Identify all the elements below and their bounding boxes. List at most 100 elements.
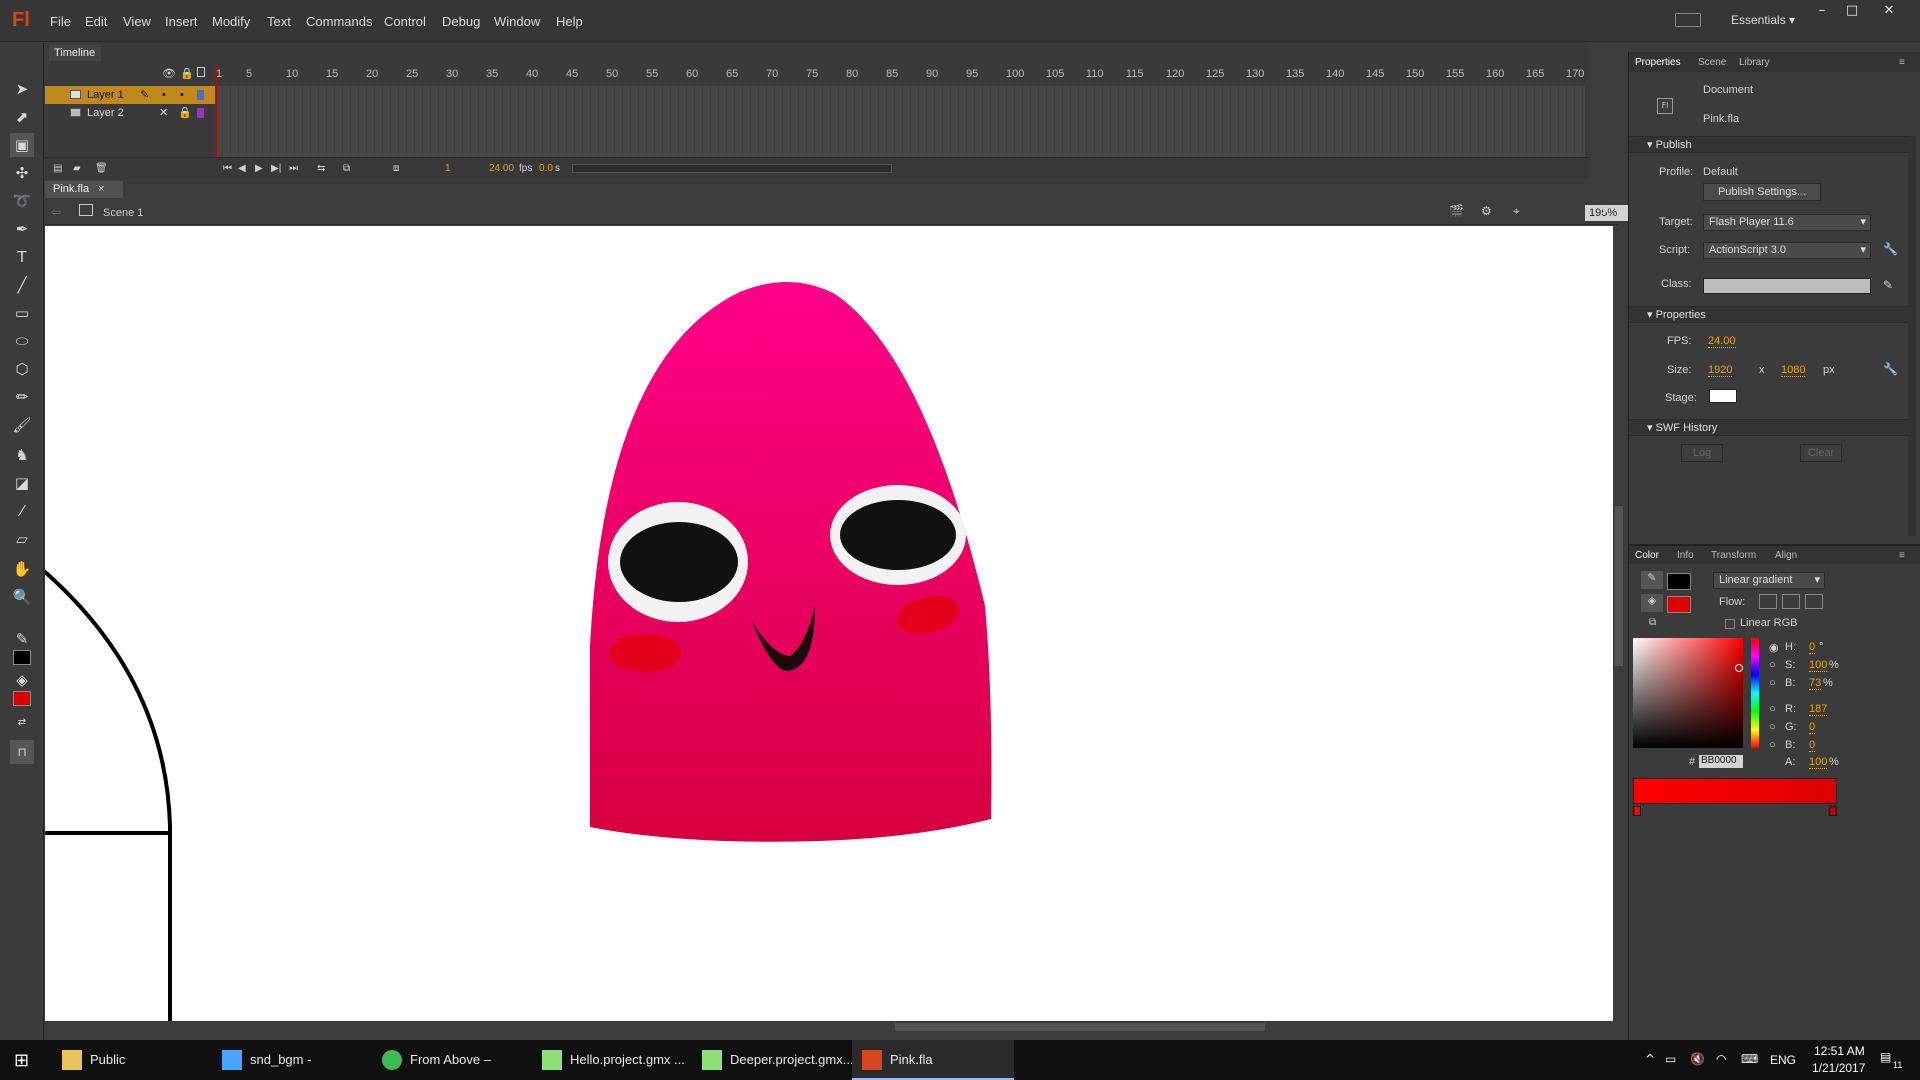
saturation-brightness-picker[interactable] [1633,638,1743,748]
menu-modify[interactable]: Modify [212,14,250,29]
center-stage-icon[interactable]: ⌖ [1513,204,1520,219]
wrench-icon[interactable]: 🔧 [1883,242,1898,256]
delete-layer-icon[interactable]: 🗑 [95,163,108,174]
paint-bucket-tool-icon[interactable]: ◪ [10,471,34,495]
menu-view[interactable]: View [123,14,151,29]
volume-mute-icon[interactable]: 🔇 [1690,1052,1705,1066]
tab-properties[interactable]: Properties [1635,57,1681,68]
tab-color[interactable]: Color [1635,550,1659,561]
close-icon[interactable]: ✕ [1875,2,1903,20]
wrench-icon[interactable]: 🔧 [1883,362,1898,376]
gamepad-icon[interactable] [1675,13,1701,27]
log-button[interactable]: Log [1681,444,1723,462]
red-value[interactable]: 187 [1809,703,1828,716]
script-dropdown[interactable]: ActionScript 3.0 ▾ [1703,242,1871,259]
free-transform-tool-icon[interactable]: ▣ [10,133,34,157]
oval-tool-icon[interactable]: ⬭ [10,329,34,353]
target-dropdown[interactable]: Flash Player 11.6 ▾ [1703,214,1871,231]
lock-icon[interactable]: 🔒 [180,67,194,80]
frames-grid[interactable] [215,86,1585,168]
menu-control[interactable]: Control [384,14,426,29]
rectangle-tool-icon[interactable]: ▭ [10,301,34,325]
line-tool-icon[interactable]: ╱ [10,273,34,297]
fps-value[interactable]: 24.00 [1708,335,1736,348]
swap-colors-icon[interactable]: ⧉ [1649,617,1656,628]
stage-vertical-scrollbar[interactable] [1613,226,1625,1021]
stage-horizontal-scrollbar[interactable] [45,1021,1625,1033]
maximize-icon[interactable]: □ [1838,2,1866,20]
visibility-dot[interactable]: • [162,86,166,104]
go-last-frame-icon[interactable]: ⏭ [289,163,298,174]
publish-section-header[interactable]: ▾ Publish [1629,136,1915,153]
text-tool-icon[interactable]: T [10,245,34,269]
lasso-tool-icon[interactable]: ➰ [10,189,34,213]
pencil-icon[interactable]: ✎ [1883,278,1893,292]
menu-debug[interactable]: Debug [442,14,480,29]
layer-color-swatch[interactable] [197,108,204,118]
loop-icon[interactable]: ⇆ [317,163,325,174]
minimize-icon[interactable]: – [1808,2,1836,20]
3d-rotation-tool-icon[interactable]: ✣ [10,161,34,185]
menu-window[interactable]: Window [494,14,540,29]
layer-row-2[interactable]: Layer 2 ✕ 🔒 [45,104,215,122]
saturation-value[interactable]: 100 [1809,659,1828,672]
new-folder-icon[interactable]: ▰ [73,163,81,174]
selection-tool-icon[interactable]: ➤ [10,77,34,101]
timeline-hscrollbar[interactable] [572,164,892,173]
hex-input[interactable]: BB0000 [1699,755,1743,768]
stroke-pencil-icon[interactable]: ✎ [1641,571,1663,589]
windows-start-icon[interactable]: ⊞ [14,1050,29,1071]
brightness-radio[interactable]: ○ [1769,677,1776,689]
brightness-value[interactable]: 73 [1809,677,1822,690]
gradient-stop-left[interactable] [1633,806,1641,816]
hue-value[interactable]: 0 [1809,641,1816,654]
stroke-color-swatch[interactable] [13,650,31,665]
wifi-icon[interactable]: ◠ [1716,1052,1726,1066]
properties-scrollbar[interactable] [1908,136,1916,536]
edit-symbols-icon[interactable]: ⚙ [1481,204,1492,218]
timeline-tab[interactable]: Timeline [49,45,101,61]
action-center-icon[interactable]: ▤ [1880,1050,1891,1064]
subselection-tool-icon[interactable]: ⬈ [10,105,34,129]
tab-scene[interactable]: Scene [1698,57,1726,68]
gradient-bar[interactable] [1633,778,1837,804]
menu-edit[interactable]: Edit [85,14,107,29]
tab-info[interactable]: Info [1677,550,1694,561]
tab-align[interactable]: Align [1775,550,1797,561]
play-icon[interactable]: ▶ [255,163,263,174]
menu-insert[interactable]: Insert [165,14,198,29]
step-forward-icon[interactable]: ▶| [271,163,281,174]
blue-radio[interactable]: ○ [1769,739,1776,751]
clock-date[interactable]: 1/21/2017 [1812,1061,1865,1075]
panel-menu-icon[interactable]: ≡ [1899,550,1905,561]
brush-tool-icon[interactable]: 🖌 [10,413,34,437]
document-tab[interactable]: Pink.fla × [45,181,123,198]
tab-library[interactable]: Library [1739,57,1770,68]
onion-skin-icon[interactable]: ⧉ [343,163,350,174]
fill-swatch[interactable] [1667,596,1691,613]
hidden-x-icon[interactable]: ✕ [159,104,168,122]
stage-canvas[interactable] [45,226,1613,1021]
taskbar-item-explorer[interactable]: Public [52,1040,207,1080]
zoom-tool-icon[interactable]: 🔍 [10,585,34,609]
workspace-switcher[interactable]: Essentials ▾ [1731,13,1795,27]
tab-transform[interactable]: Transform [1711,550,1756,561]
scene-name[interactable]: Scene 1 [103,207,143,219]
menu-file[interactable]: File [50,14,71,29]
visibility-icon[interactable]: 👁 [162,67,176,80]
layer-row-1[interactable]: Layer 1 ✎ • • [45,86,215,104]
gradient-stop-right[interactable] [1829,806,1837,816]
step-back-icon[interactable]: ◀ [238,163,246,174]
alpha-value[interactable]: 100 [1809,756,1828,769]
fill-color-swatch[interactable] [13,691,31,706]
flow-extend-icon[interactable] [1759,594,1777,609]
go-first-frame-icon[interactable]: ⏮ [223,163,232,174]
class-input[interactable] [1703,278,1871,294]
saturation-radio[interactable]: ○ [1769,659,1776,671]
blue-value[interactable]: 0 [1809,739,1816,752]
menu-commands[interactable]: Commands [306,14,372,29]
stage-color-swatch[interactable] [1709,389,1737,403]
show-hidden-icons-chevron-icon[interactable]: ^ [1645,1052,1655,1066]
taskbar-item-gamemaker-1[interactable]: Hello.project.gmx ... [532,1040,687,1080]
edit-scene-icon[interactable]: 🎬 [1449,204,1464,218]
